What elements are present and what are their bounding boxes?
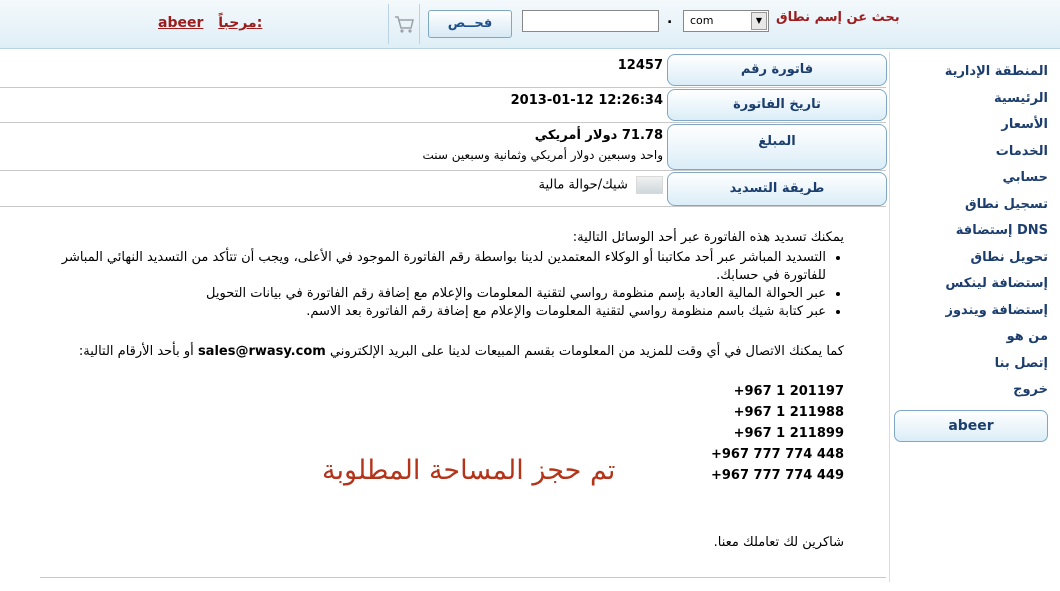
sidebar-item-admin-area[interactable]: المنطقة الإدارية <box>888 61 1048 88</box>
tld-select[interactable]: com ▼ <box>683 10 769 32</box>
sidebar-item-whois[interactable]: من هو <box>888 326 1048 353</box>
sidebar-item-logout[interactable]: خروج <box>888 379 1048 406</box>
row-divider <box>0 170 886 171</box>
top-bar: abeer مرحباً: فحــص . com ▼ بحث عن إسم ن… <box>0 0 1060 49</box>
sidebar-item-contact[interactable]: إتصل بنا <box>888 353 1048 380</box>
contact-info: كما يمكنك الاتصال في أي وقت للمزيد من ال… <box>40 343 844 361</box>
sidebar-item-my-account[interactable]: حسابي <box>888 167 1048 194</box>
welcome-text: abeer مرحباً: <box>158 15 262 31</box>
payment-options-list: التسديد المباشر عبر أحد مكاتبنا أو الوكل… <box>40 249 844 321</box>
row-divider <box>0 206 886 207</box>
domain-dot: . <box>667 11 673 27</box>
payment-method-value: شيك/حوالة مالية <box>538 176 663 194</box>
phone-number: +967 1 211899 <box>733 426 844 441</box>
tld-selected-value: com <box>690 14 714 27</box>
domain-search-input[interactable] <box>522 10 659 32</box>
row-divider <box>0 87 886 88</box>
instructions-intro: يمكنك تسديد هذه الفاتورة عبر أحد الوسائل… <box>572 230 844 245</box>
thanks-message: شاكرين لك تعاملك معنا. <box>713 535 844 550</box>
content-bottom-divider <box>40 577 886 578</box>
list-item: عبر الحوالة المالية العادية بإسم منظومة … <box>40 285 826 303</box>
sidebar-item-prices[interactable]: الأسعار <box>888 114 1048 141</box>
invoice-date-label: تاريخ الفاتورة <box>667 89 887 121</box>
sidebar-user-button[interactable]: abeer <box>894 410 1048 442</box>
sales-email-link[interactable]: sales@rwasy.com <box>198 344 326 359</box>
payment-method-icon <box>636 176 663 194</box>
payment-instructions: يمكنك تسديد هذه الفاتورة عبر أحد الوسائل… <box>40 229 844 552</box>
payment-method-text: شيك/حوالة مالية <box>538 177 628 193</box>
list-item: عبر كتابة شيك باسم منظومة رواسي لتقنية ا… <box>40 303 826 321</box>
sidebar: المنطقة الإدارية الرئيسية الأسعار الخدما… <box>889 52 1054 582</box>
header-divider <box>388 4 389 44</box>
sidebar-item-dns-hosting[interactable]: إستضافة DNS <box>888 220 1048 247</box>
header-divider <box>419 4 420 44</box>
sidebar-item-linux-hosting[interactable]: إستضافة لينكس <box>888 273 1048 300</box>
sidebar-item-services[interactable]: الخدمات <box>888 141 1048 168</box>
invoice-amount-value: 71.78 دولار أمريكي <box>534 128 663 143</box>
welcome-username[interactable]: abeer <box>158 15 203 31</box>
sidebar-item-home[interactable]: الرئيسية <box>888 88 1048 115</box>
sidebar-item-register-domain[interactable]: تسجيل نطاق <box>888 194 1048 221</box>
reservation-stamp: تم حجز المساحة المطلوبة <box>322 455 616 486</box>
contact-prefix: كما يمكنك الاتصال في أي وقت للمزيد من ال… <box>329 344 844 359</box>
invoice-date-value: 2013-01-12 12:26:34 <box>510 93 663 108</box>
invoice-number-label: فاتورة رقم <box>667 54 887 86</box>
invoice-number-value: 12457 <box>617 58 663 73</box>
check-domain-button[interactable]: فحــص <box>428 10 512 38</box>
chevron-down-icon[interactable]: ▼ <box>751 12 767 30</box>
invoice-amount-label: المبلغ <box>667 124 887 170</box>
row-divider <box>0 122 886 123</box>
invoice-amount-words: واحد وسبعين دولار أمريكي وثمانية وسبعين … <box>422 148 663 162</box>
welcome-label: مرحباً: <box>218 15 263 31</box>
search-domain-label: بحث عن إسم نطاق <box>776 10 900 25</box>
list-item: التسديد المباشر عبر أحد مكاتبنا أو الوكل… <box>40 249 826 285</box>
phone-number: +967 1 211988 <box>733 405 844 420</box>
sidebar-item-windows-hosting[interactable]: إستضافة ويندوز <box>888 300 1048 327</box>
phone-number: +967 1 201197 <box>733 384 844 399</box>
contact-suffix: أو بأحد الأرقام التالية: <box>78 344 194 359</box>
payment-method-label: طريقة التسديد <box>667 172 887 206</box>
sidebar-menu: المنطقة الإدارية الرئيسية الأسعار الخدما… <box>888 61 1048 406</box>
sidebar-item-transfer-domain[interactable]: تحويل نطاق <box>888 247 1048 274</box>
cart-icon[interactable] <box>393 13 415 35</box>
